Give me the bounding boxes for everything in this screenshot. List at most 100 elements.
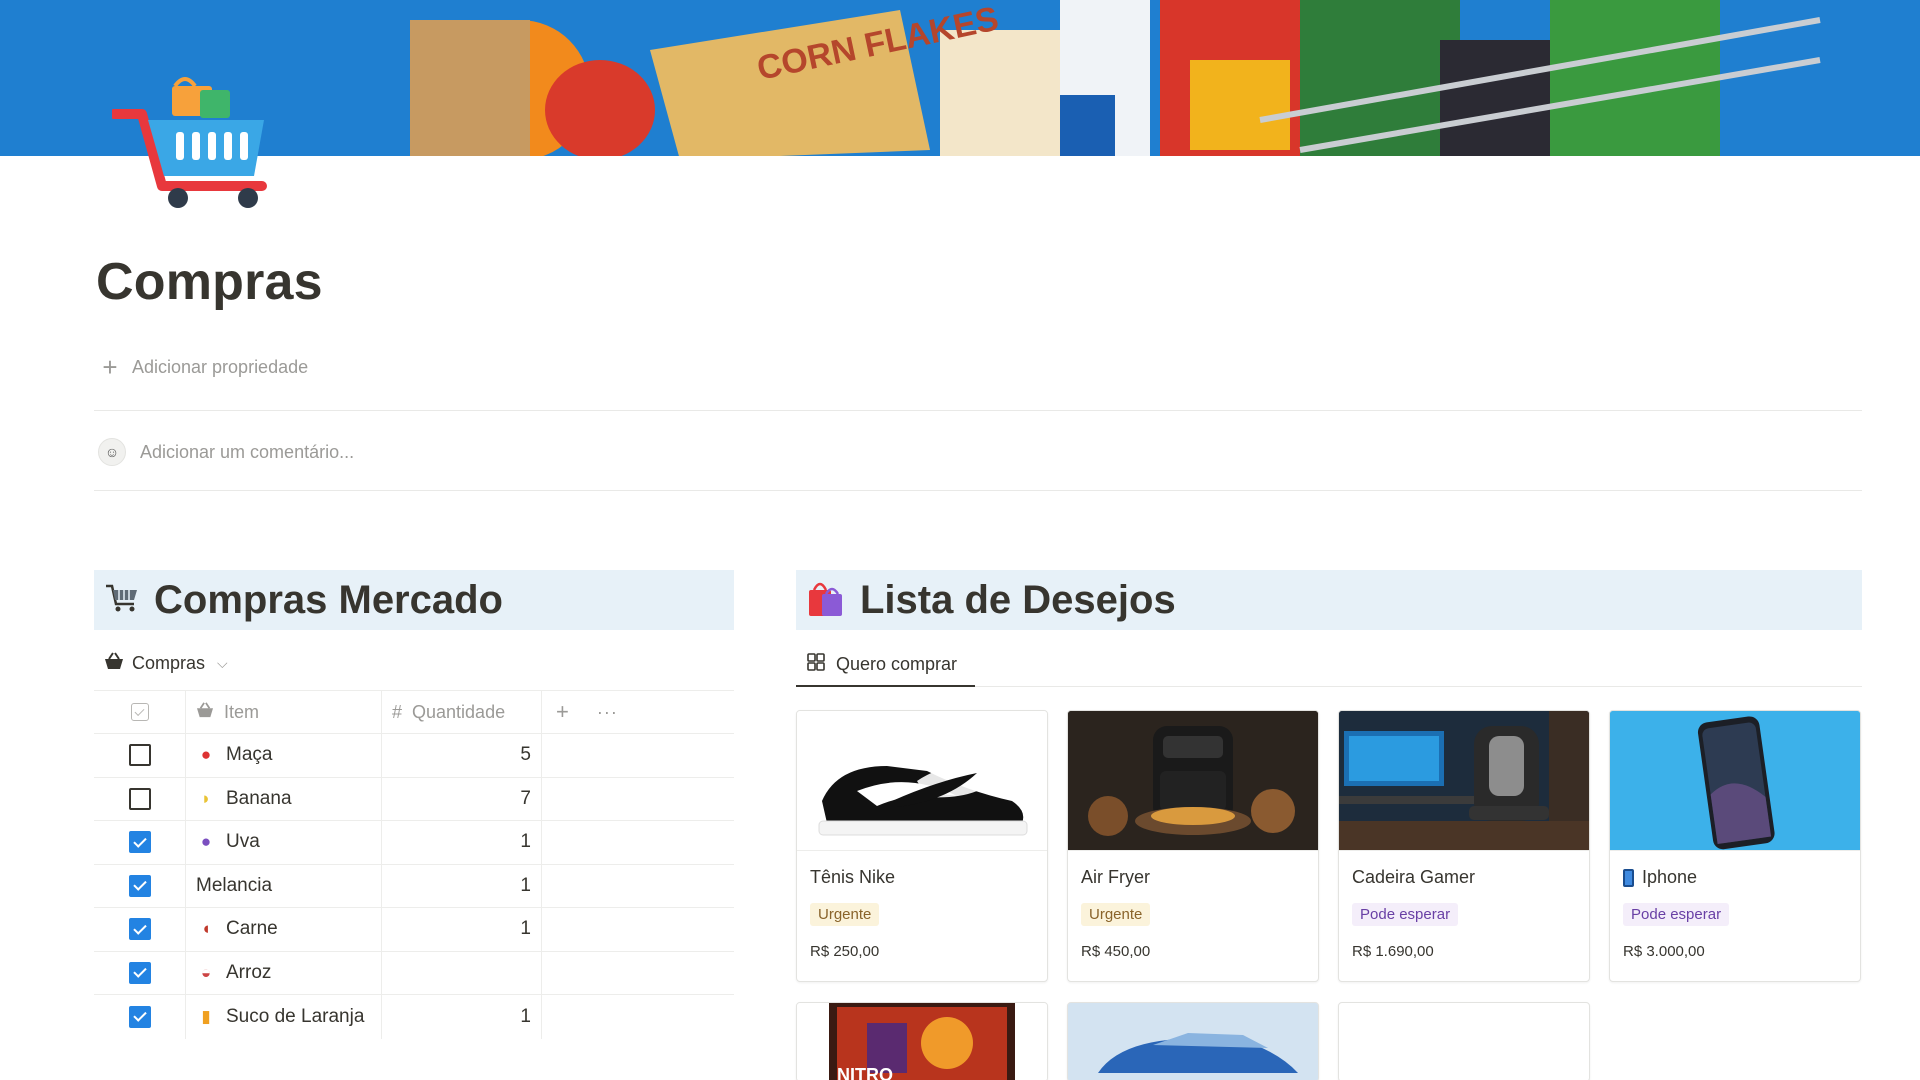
gallery-card[interactable]	[1338, 1002, 1590, 1080]
status-tag: Pode esperar	[1623, 903, 1730, 926]
page-title[interactable]: Compras	[96, 252, 323, 312]
table-row[interactable]: ◖ Carne 1	[94, 908, 734, 952]
basket-icon	[196, 701, 214, 723]
column-header-quantity-label: Quantidade	[412, 701, 506, 722]
add-property-label: Adicionar propriedade	[132, 356, 309, 377]
table-row[interactable]: ◒ Arroz	[94, 951, 734, 995]
item-name[interactable]: Carne	[226, 918, 278, 940]
phone-icon	[1623, 868, 1634, 887]
rice-icon: ◒	[200, 962, 212, 982]
basket-icon	[104, 652, 124, 675]
row-checkbox[interactable]	[128, 874, 151, 897]
comment-input[interactable]: ☺ Adicionar um comentário...	[98, 438, 354, 466]
card-image-sneaker	[797, 711, 1047, 851]
card-image-air-fryer	[1068, 711, 1318, 851]
card-image-label: NITRO	[837, 1065, 893, 1080]
row-checkbox[interactable]	[128, 1005, 151, 1028]
view-label: Compras	[132, 653, 206, 673]
card-price: R$ 1.690,00	[1352, 943, 1434, 960]
item-name[interactable]: Banana	[226, 788, 292, 810]
table-row[interactable]: ◗ Banana 7	[94, 777, 734, 821]
card-image-notebook: NITRO	[797, 1003, 1047, 1080]
table-header: Item # Quantidade + ···	[94, 690, 734, 734]
comment-placeholder: Adicionar um comentário...	[140, 441, 355, 462]
table-row[interactable]: ● Maça 5	[94, 734, 734, 778]
column-header-quantity[interactable]: # Quantidade	[382, 691, 542, 733]
item-name[interactable]: Suco de Laranja	[226, 1006, 364, 1028]
view-selector-compras[interactable]: Compras ⌵	[104, 652, 228, 675]
row-checkbox[interactable]	[128, 831, 151, 854]
active-tab-indicator	[796, 685, 975, 687]
meat-icon: ◖	[200, 919, 212, 939]
row-checkbox[interactable]	[128, 918, 151, 941]
number-icon: #	[392, 701, 403, 722]
card-title-text: Iphone	[1642, 867, 1698, 887]
card-title: Tênis Nike	[810, 867, 895, 888]
column-header-item[interactable]: Item	[186, 691, 382, 733]
status-tag: Urgente	[1081, 903, 1151, 926]
wishlist-heading[interactable]: Lista de Desejos	[860, 578, 1176, 623]
card-title-text: Tênis Nike	[810, 867, 896, 887]
market-section-header: Compras Mercado	[94, 570, 734, 630]
card-title: Iphone	[1623, 867, 1697, 888]
card-image-gamer-chair	[1339, 711, 1589, 851]
status-tag: Urgente	[810, 903, 880, 926]
shopping-bags-icon	[806, 578, 846, 623]
item-name[interactable]: Arroz	[226, 962, 271, 984]
gallery-icon	[806, 652, 826, 677]
gallery-card[interactable]: Iphone Pode esperar R$ 3.000,00	[1609, 710, 1861, 982]
wishlist-section-header: Lista de Desejos	[796, 570, 1862, 630]
gallery-card[interactable]	[1067, 1002, 1319, 1080]
add-column-icon[interactable]: +	[556, 699, 569, 725]
card-image-car	[1068, 1003, 1318, 1080]
item-quantity[interactable]: 5	[520, 744, 531, 766]
card-title-text: Cadeira Gamer	[1352, 867, 1476, 887]
avatar: ☺	[98, 438, 126, 466]
row-checkbox[interactable]	[128, 744, 151, 767]
card-price: R$ 3.000,00	[1623, 943, 1705, 960]
card-title: Air Fryer	[1081, 867, 1150, 888]
item-name[interactable]: Melancia	[196, 875, 272, 897]
item-name[interactable]: Maça	[226, 744, 272, 766]
add-property-button[interactable]: + Adicionar propriedade	[100, 354, 308, 380]
row-checkbox[interactable]	[128, 787, 151, 810]
card-title-text: Air Fryer	[1081, 867, 1150, 887]
juice-icon: ▮	[201, 1006, 211, 1026]
row-checkbox[interactable]	[128, 961, 151, 984]
table-row[interactable]: ● Uva 1	[94, 821, 734, 865]
apple-icon: ●	[200, 745, 212, 765]
plus-icon: +	[102, 352, 118, 382]
gallery-card[interactable]: Tênis Nike Urgente R$ 250,00	[796, 710, 1048, 982]
banana-icon: ◗	[200, 788, 212, 808]
status-tag: Pode esperar	[1352, 903, 1459, 926]
divider	[94, 490, 1862, 491]
gallery-view-label: Quero comprar	[836, 654, 958, 674]
cover-image: CORN FLAKES	[0, 0, 1920, 156]
divider	[94, 410, 1862, 411]
gallery-card[interactable]: Cadeira Gamer Pode esperar R$ 1.690,00	[1338, 710, 1590, 982]
chevron-down-icon: ⌵	[217, 655, 228, 671]
grapes-icon: ●	[200, 832, 212, 852]
column-header-item-label: Item	[224, 701, 260, 722]
item-name[interactable]: Uva	[226, 831, 260, 853]
table-row[interactable]: Melancia 1	[94, 864, 734, 908]
card-title: Cadeira Gamer	[1352, 867, 1475, 888]
item-quantity[interactable]: 7	[520, 788, 531, 810]
card-image-iphone	[1610, 711, 1860, 851]
market-heading[interactable]: Compras Mercado	[154, 578, 503, 623]
table-row[interactable]: ▮ Suco de Laranja 1	[94, 995, 734, 1039]
gallery-card[interactable]: NITRO	[796, 1002, 1048, 1080]
item-quantity[interactable]: 1	[520, 1006, 531, 1028]
market-table: Item # Quantidade + ··· ● Maça 5 ◗ Banana …	[94, 690, 734, 1039]
item-quantity[interactable]: 1	[520, 875, 531, 897]
card-price: R$ 450,00	[1081, 943, 1151, 960]
view-selector-quero-comprar[interactable]: Quero comprar	[806, 652, 957, 677]
shopping-cart-icon[interactable]	[109, 76, 272, 210]
gallery-card[interactable]: Air Fryer Urgente R$ 450,00	[1067, 710, 1319, 982]
cart-icon	[104, 580, 140, 621]
checkbox-column-icon	[130, 703, 149, 721]
item-quantity[interactable]: 1	[520, 918, 531, 940]
more-options-icon[interactable]: ···	[597, 702, 618, 723]
card-price: R$ 250,00	[810, 943, 880, 960]
item-quantity[interactable]: 1	[520, 831, 531, 853]
